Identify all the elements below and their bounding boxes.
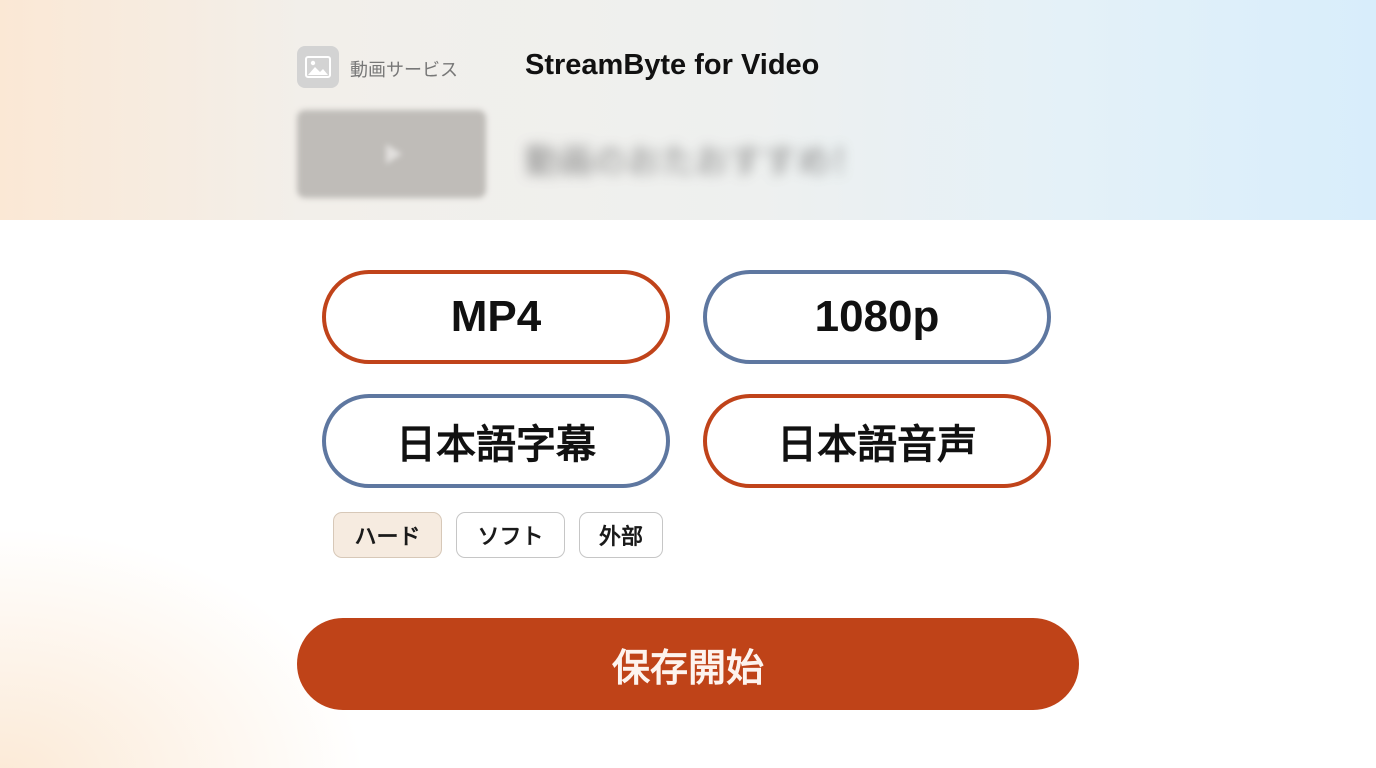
start-save-label: 保存開始 — [611, 645, 764, 690]
subtitles-option-label: 日本語字幕 — [396, 422, 596, 468]
format-option-button[interactable]: MP4 — [322, 270, 670, 364]
promo-text: 動画のおたおすすめ！ — [525, 142, 865, 182]
app-title: StreamByte for Video — [525, 49, 820, 81]
format-option-label: MP4 — [450, 292, 542, 341]
start-save-button[interactable]: 保存開始 — [297, 618, 1079, 710]
image-icon — [297, 46, 339, 88]
service-label: 動画サービス — [350, 60, 458, 81]
audio-option-label: 日本語音声 — [777, 422, 977, 468]
resolution-option-label: 1080p — [814, 292, 940, 341]
play-icon — [385, 144, 402, 164]
video-thumbnail[interactable] — [297, 110, 486, 198]
subtitle-mode-soft-chip[interactable]: ソフト — [456, 512, 565, 558]
header-band: 動画サービス StreamByte for Video 動画のおたおすすめ！ — [0, 0, 1376, 220]
chip-label: ハード — [354, 525, 421, 550]
resolution-option-button[interactable]: 1080p — [703, 270, 1051, 364]
subtitle-mode-external-chip[interactable]: 外部 — [579, 512, 663, 558]
audio-option-button[interactable]: 日本語音声 — [703, 394, 1051, 488]
subtitle-mode-hard-chip[interactable]: ハード — [333, 512, 442, 558]
chip-label: ソフト — [477, 525, 544, 550]
subtitles-option-button[interactable]: 日本語字幕 — [322, 394, 670, 488]
chip-label: 外部 — [598, 525, 643, 550]
